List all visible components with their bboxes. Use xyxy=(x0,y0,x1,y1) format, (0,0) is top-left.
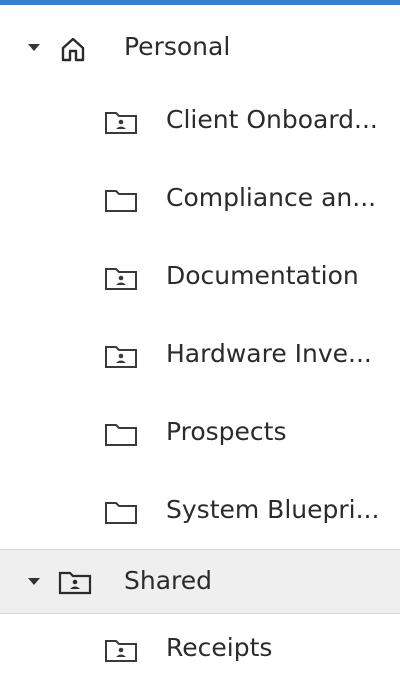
home-icon xyxy=(61,37,85,62)
tree-group-personal[interactable]: Personal xyxy=(0,5,400,81)
tree-item-receipts[interactable]: Receipts xyxy=(0,614,400,694)
folder-icon xyxy=(105,424,137,446)
tree-item-documentation[interactable]: Documentation xyxy=(0,237,400,315)
tree-item-label: Prospects xyxy=(166,417,287,446)
tree-item-label: Client Onboard... xyxy=(166,105,378,134)
tree-group-label: Personal xyxy=(124,32,231,61)
tree-item-label: Receipts xyxy=(166,633,273,662)
chevron-down-icon[interactable] xyxy=(28,44,40,51)
folder-icon xyxy=(105,502,137,524)
shared-folder-icon xyxy=(58,571,92,595)
tree-item-client-onboard[interactable]: Client Onboard... xyxy=(0,81,400,159)
tree-item-label: Documentation xyxy=(166,261,359,290)
tree-item-label: Hardware Inve... xyxy=(166,339,372,368)
shared-folder-icon xyxy=(105,268,137,290)
tree-item-system-blueprints[interactable]: System Bluepri... xyxy=(0,471,400,549)
tree-group-shared[interactable]: Shared xyxy=(0,549,400,614)
chevron-down-icon[interactable] xyxy=(28,578,40,585)
tree-group-label: Shared xyxy=(124,566,213,595)
shared-folder-icon xyxy=(105,112,137,134)
tree-item-compliance[interactable]: Compliance an... xyxy=(0,159,400,237)
tree-item-label: System Bluepri... xyxy=(166,495,380,524)
tree-item-label: Compliance an... xyxy=(166,183,377,212)
folder-icon xyxy=(105,190,137,212)
shared-folder-icon xyxy=(105,346,137,368)
tree-item-hardware-inventory[interactable]: Hardware Inve... xyxy=(0,315,400,393)
folder-tree: Personal Client Onboard... Compliance an… xyxy=(0,5,400,694)
tree-item-prospects[interactable]: Prospects xyxy=(0,393,400,471)
shared-folder-icon xyxy=(105,640,137,662)
